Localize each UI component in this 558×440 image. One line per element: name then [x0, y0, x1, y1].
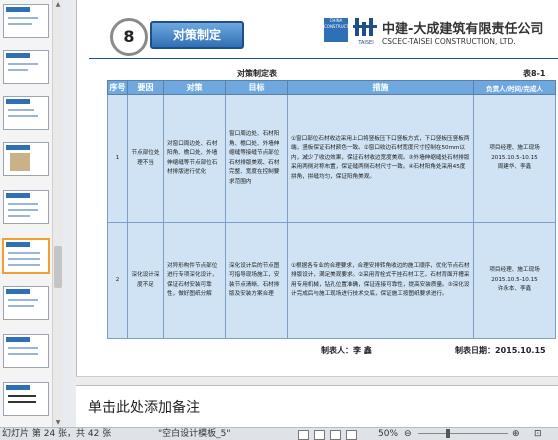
zoom-in-icon[interactable]: ⊕ — [512, 428, 520, 440]
company-name-en: CSCEC-TAISEI CONSTRUCTION, LTD. — [382, 37, 516, 46]
svg-text:TAISEI: TAISEI — [357, 40, 373, 46]
slide-thumbnail[interactable] — [3, 4, 49, 38]
notes-pane[interactable]: 单击此处添加备注 — [76, 385, 558, 428]
scrollbar-thumb[interactable] — [54, 246, 62, 288]
prepared-by: 制表人：李 鑫 — [321, 346, 372, 355]
slide-canvas[interactable]: 8 对策制定 CHINA CONSTRUCTION TAISEI 中建-大成建筑… — [76, 0, 558, 384]
row-goal: 窗口周边处、石材阳角、檐口处、外墙伸缩缝等接缝节点部位石材排版美观、石材完整、宽… — [225, 94, 288, 223]
row-number: 1 — [107, 94, 128, 223]
theme-name-status: "空白设计模板_5" — [158, 429, 231, 439]
zoom-level[interactable]: 50% — [378, 428, 398, 440]
header-divider — [89, 58, 558, 59]
row-cause: 节点部位处理不当 — [127, 94, 164, 223]
prepared-date: 制表日期：2015.10.15 — [455, 346, 546, 355]
column-header: 目标 — [225, 80, 288, 95]
status-bar: 幻灯片 第 24 张，共 42 张 "空白设计模板_5" 50% ⊖ ⊕ ⊡ — [0, 427, 558, 440]
slide-thumbnail[interactable] — [3, 190, 49, 224]
zoom-out-icon[interactable]: ⊖ — [404, 428, 412, 440]
row-number: 2 — [107, 222, 128, 339]
row-countermeasure: 对异形构件节点部位进行专项深化设计，保证石材安装可靠性，做好图纸分解 — [163, 222, 226, 339]
table-row: 1 节点部位处理不当 对窗口周边处、石材阳角、檐口处、外墙伸缩缝等节点部位石材排… — [107, 94, 556, 223]
column-header: 序号 — [107, 80, 128, 95]
slide-thumbnail[interactable] — [3, 286, 49, 320]
row-owner: 项目经理、施工现场 2015.10.5-10.15 周建华、李鑫 — [473, 94, 556, 223]
row-countermeasure: 对窗口周边处、石材阳角、檐口处、外墙伸缩缝等节点部位石材排版进行优化 — [163, 94, 226, 223]
notes-placeholder[interactable]: 单击此处添加备注 — [88, 397, 200, 417]
row-measures: ①根据各专业的合理要求，合理安排转角收边的施工顺序，优化节点石材排版设计，满足美… — [287, 222, 474, 339]
slide-count-status: 幻灯片 第 24 张，共 42 张 — [2, 429, 112, 439]
slide-thumbnail-selected[interactable] — [2, 238, 50, 274]
table-number: 表8-1 — [523, 69, 546, 78]
column-header: 对策 — [163, 80, 226, 95]
table-row: 2 深化设计深度不足 对异形构件节点部位进行专项深化设计，保证石材安装可靠性，做… — [107, 222, 556, 339]
slide-thumbnail[interactable] — [3, 96, 49, 130]
section-number-badge: 8 — [110, 18, 148, 56]
column-header: 措施 — [287, 80, 474, 95]
slide-thumbnail[interactable] — [3, 382, 49, 416]
slide-horizontal-scrollbar[interactable] — [76, 376, 558, 385]
slide-title: 对策制定 — [150, 21, 244, 49]
zoom-slider-thumb[interactable] — [446, 429, 450, 438]
row-measures: ①窗口部位石材收边采用上口将竖板压下口竖板方式，下口竖板压竖板两端，竖板保证石材… — [287, 94, 474, 223]
scroll-down-arrow-icon[interactable]: ▼ — [54, 418, 62, 427]
slide-thumbnail[interactable] — [3, 50, 49, 84]
slide-thumbnail[interactable] — [3, 142, 49, 176]
slide-thumbnail-panel[interactable]: ▲ ▼ — [0, 0, 63, 427]
slide-thumbnail[interactable] — [3, 334, 49, 368]
zoom-slider[interactable] — [418, 433, 508, 434]
column-header: 要因 — [127, 80, 164, 95]
countermeasure-table: 序号 要因 对策 目标 措施 负责人/时间/完成人 1 节点部位处理不当 对窗口… — [107, 80, 556, 339]
taisei-logo-icon: TAISEI — [353, 18, 377, 46]
table-title: 对策制定表 — [237, 69, 277, 78]
thumbnail-scrollbar[interactable]: ▲ ▼ — [52, 0, 63, 427]
fit-to-window-icon[interactable]: ⊡ — [534, 428, 542, 440]
row-goal: 深化设计后的节点图可指导现场施工，安装节点清晰、石材排版及安装方案合理 — [225, 222, 288, 339]
row-cause: 深化设计深度不足 — [127, 222, 164, 339]
table-header-row: 序号 要因 对策 目标 措施 负责人/时间/完成人 — [107, 80, 556, 95]
row-owner: 项目经理、施工现场 2015.10.5-10.15 许永本、李鑫 — [473, 222, 556, 339]
company-name-cn: 中建-大成建筑有限责任公司 — [382, 22, 544, 37]
scroll-up-arrow-icon[interactable]: ▲ — [54, 0, 62, 9]
column-header: 负责人/时间/完成人 — [473, 80, 556, 95]
cscec-logo: CHINA CONSTRUCTION — [324, 18, 356, 42]
